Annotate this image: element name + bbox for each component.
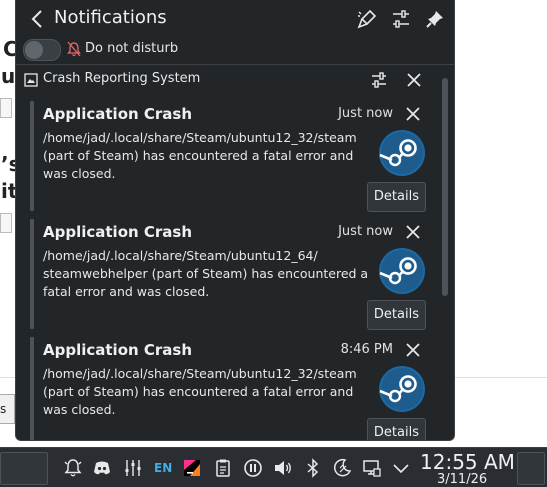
notifications-popup: Notifications Do not disturb Crash Repor… [15,0,455,441]
close-icon[interactable] [404,223,422,241]
pin-icon[interactable] [424,8,446,30]
group-configure-icon[interactable] [369,70,389,90]
dnd-toggle[interactable] [23,39,61,61]
audio-mixer-icon[interactable] [123,458,143,478]
notification-time: 8:46 PM [340,342,393,357]
item-accent-bar [30,101,34,211]
notification-group: Crash Reporting System Application Crash… [16,64,454,440]
group-label: Crash Reporting System [43,71,201,86]
close-icon[interactable] [404,341,422,359]
media-player-icon[interactable] [243,458,263,478]
details-button[interactable]: Details [366,300,426,330]
night-light-icon[interactable] [332,458,352,478]
notification-title: Application Crash [43,341,193,359]
jetbrains-toolbox-icon[interactable] [182,458,202,478]
clipboard-icon[interactable] [213,458,233,478]
notification-time: Just now [338,106,393,121]
close-icon[interactable] [404,105,422,123]
popup-header: Notifications Do not disturb [16,0,454,64]
bg-widget [0,98,12,118]
item-accent-bar [30,337,34,440]
app-window-icon [24,73,38,87]
popup-title: Notifications [54,7,167,28]
clear-all-icon[interactable] [356,8,378,30]
steam-icon [379,366,425,412]
details-button[interactable]: Details [366,418,426,440]
group-close-icon[interactable] [404,70,424,90]
steam-icon [379,130,425,176]
notification-time: Just now [338,224,393,239]
clock-date[interactable]: 3/11/26 [437,472,487,487]
show-desktop-button[interactable] [517,452,545,485]
notification-body: /home/jad/.local/share/Steam/ubuntu12_32… [43,130,357,181]
bg-widget [0,213,12,233]
scrollbar-thumb[interactable] [442,78,448,296]
notification-body: /home/jad/.local/share/Steam/ubuntu12_32… [43,366,357,417]
keyboard-layout-indicator[interactable]: EN [154,461,172,475]
clock-time[interactable]: 12:55 AM [420,450,515,474]
steam-icon [379,248,425,294]
notification-item: Application Crash 8:46 PM /home/jad/.loc… [30,337,428,440]
bg-side-button[interactable]: s S [0,394,15,424]
task-manager-button[interactable] [0,452,48,485]
volume-icon[interactable] [273,458,293,478]
item-accent-bar [30,219,34,329]
notification-body: /home/jad/.local/share/Steam/ubuntu12_64… [43,248,369,299]
chevron-down-icon[interactable] [391,458,411,478]
configure-icon[interactable] [390,8,412,30]
notification-title: Application Crash [43,223,193,241]
notifications-bell-icon[interactable] [63,458,83,478]
network-icon[interactable] [362,458,382,478]
notification-item: Application Crash Just now /home/jad/.lo… [30,101,428,212]
notification-item: Application Crash Just now /home/jad/.lo… [30,219,428,330]
notification-title: Application Crash [43,105,193,123]
taskbar: EN 12:55 AM 3/11/26 [0,447,547,487]
back-arrow-icon[interactable] [28,8,48,30]
dnd-label: Do not disturb [85,41,179,56]
bluetooth-icon[interactable] [303,458,323,478]
toggle-knob [25,41,43,59]
bell-off-icon [67,41,81,57]
details-button[interactable]: Details [366,182,426,212]
scrollbar[interactable] [440,78,448,440]
discord-icon[interactable] [92,458,112,478]
